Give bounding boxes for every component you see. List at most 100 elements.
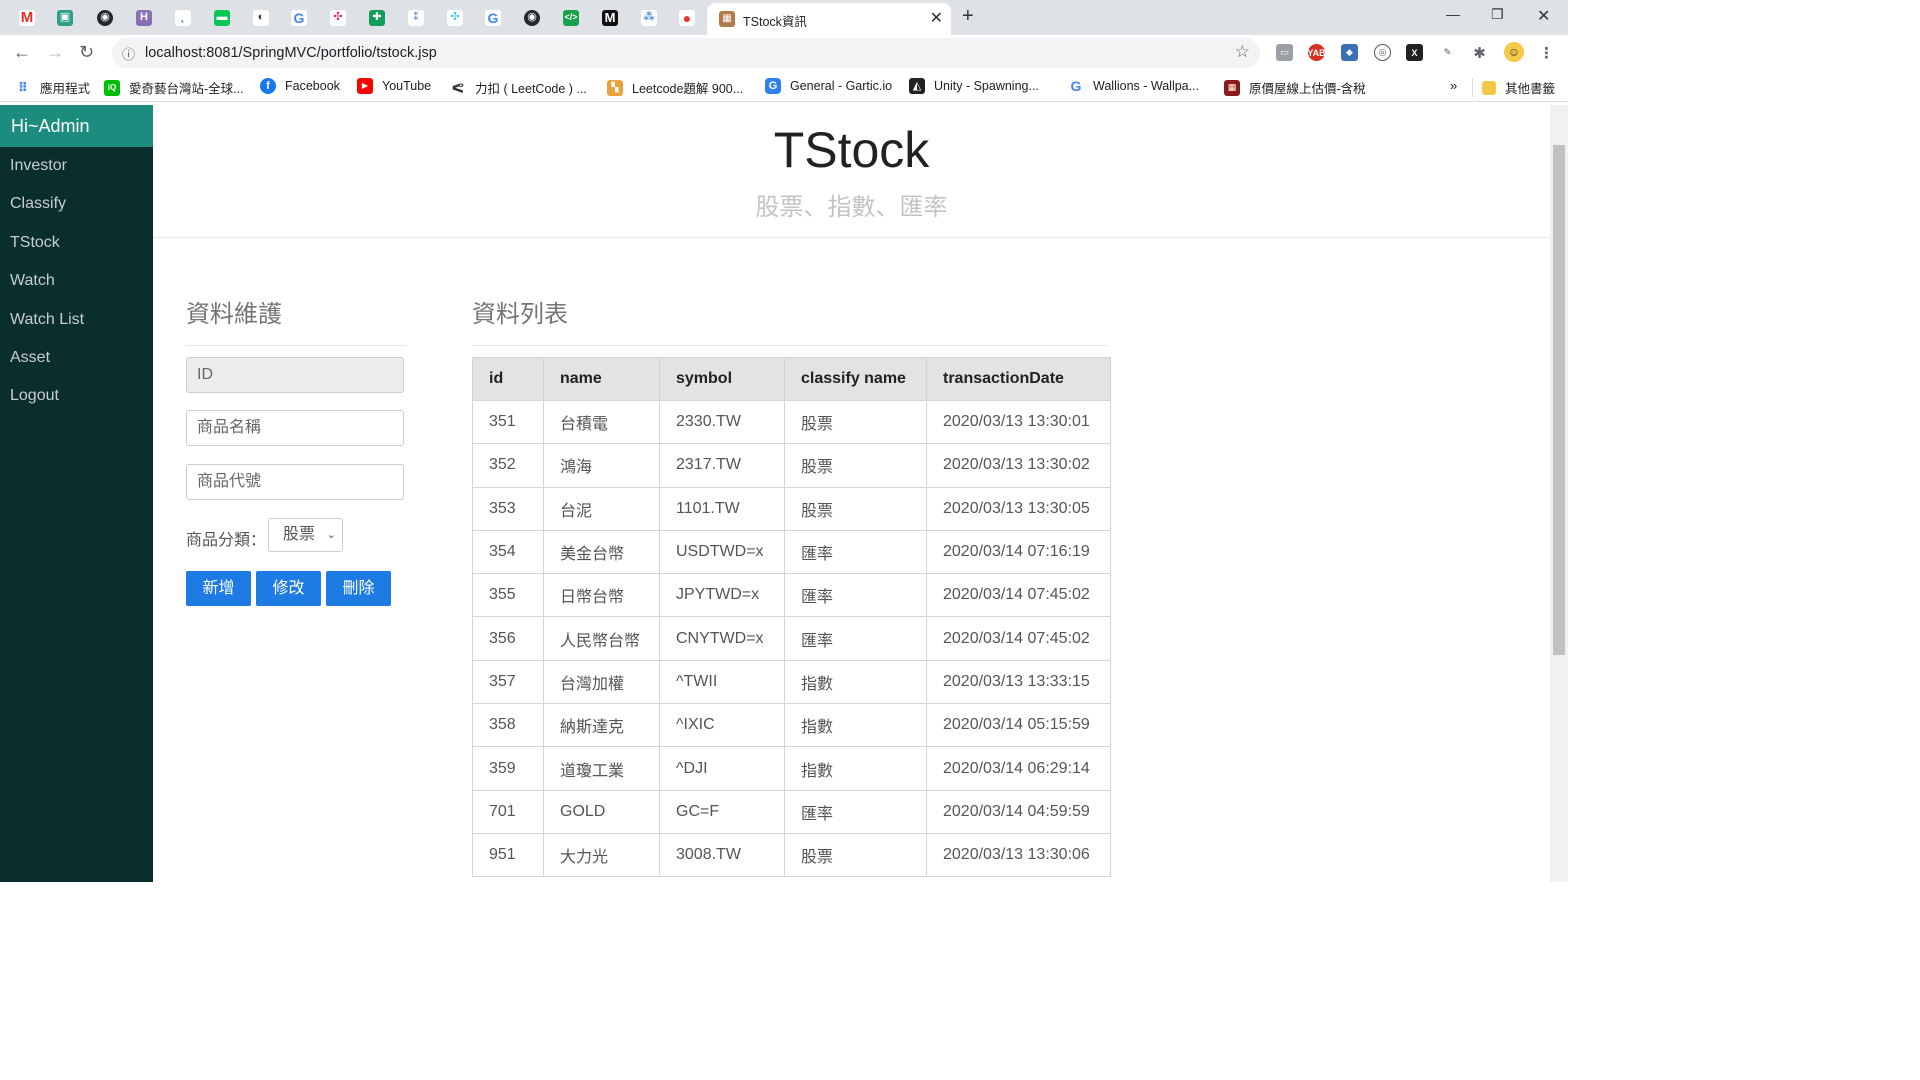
browser-menu-icon[interactable]: ⋮ <box>1538 44 1555 62</box>
address-bar[interactable]: ⓘ localhost:8081/SpringMVC/portfolio/tst… <box>112 38 1260 68</box>
site-info-icon[interactable]: ⓘ <box>122 44 135 63</box>
tab-medium[interactable]: M <box>591 5 629 30</box>
bookmark-unity[interactable]: ◭ Unity - Spawning... <box>909 78 1039 94</box>
bookmark-label: YouTube <box>382 79 432 93</box>
extension-cube-icon[interactable]: ◆ <box>1341 44 1358 61</box>
sidebar-item-tstock[interactable]: TStock <box>0 224 153 262</box>
cell-classify-name: 指數 <box>784 659 927 705</box>
bookmarks-more-button[interactable]: » <box>1450 78 1457 93</box>
table-row[interactable]: 951 大力光 3008.TW 股票 2020/03/13 13:30:06 <box>472 832 1111 878</box>
tab-github-1[interactable]: ◉ <box>86 5 124 30</box>
tab-9[interactable]: ✣ <box>319 5 357 30</box>
bookmark-youtube[interactable]: ▶ YouTube <box>357 78 431 94</box>
close-tab-icon[interactable]: ✕ <box>930 8 943 28</box>
cell-name: 鴻海 <box>543 443 660 488</box>
main-content: TStock 股票、指數、匯率 資料維護 ID 商品名稱 商品代號 商品分類： … <box>153 105 1550 882</box>
extension-circle-icon[interactable]: ◎ <box>1374 44 1391 61</box>
minimize-icon[interactable]: — <box>1446 6 1460 22</box>
tab-github-2[interactable]: ◉ <box>513 5 551 30</box>
page-scrollbar[interactable] <box>1550 105 1568 882</box>
slack-icon: ✣ <box>447 9 463 26</box>
profile-avatar-icon[interactable]: ☺ <box>1504 42 1524 62</box>
sidebar-item-asset[interactable]: Asset <box>0 339 153 377</box>
sidebar-item-investor[interactable]: Investor <box>0 147 153 185</box>
bookmark-facebook[interactable]: f Facebook <box>260 78 340 94</box>
tab-12[interactable]: ✣ <box>436 5 474 30</box>
bookmark-leetcode[interactable]: ᕙ 力扣 ( LeetCode ) ... <box>450 78 587 97</box>
table-row[interactable]: 353 台泥 1101.TW 股票 2020/03/13 13:30:05 <box>472 486 1111 531</box>
product-name-input[interactable]: 商品名稱 <box>186 410 404 446</box>
bookmark-leetcode-solutions[interactable]: ▚ Leetcode題解 900... <box>607 78 743 97</box>
id-field[interactable]: ID <box>186 357 404 393</box>
cell-symbol: ^DJI <box>659 746 785 791</box>
table-row[interactable]: 351 台積電 2330.TW 股票 2020/03/13 13:30:01 <box>472 399 1111 445</box>
new-tab-icon[interactable]: + <box>962 5 974 28</box>
sidebar-item-watch-list[interactable]: Watch List <box>0 301 153 339</box>
line-icon: ▬ <box>214 9 230 26</box>
cell-name: 日幣台幣 <box>543 573 660 618</box>
other-bookmarks[interactable]: 其他書籤 <box>1472 78 1555 97</box>
active-tab[interactable]: ▦ TStock資訊 ✕ <box>707 3 951 35</box>
reload-icon[interactable]: ↻ <box>79 42 94 63</box>
table-row[interactable]: 701 GOLD GC=F 匯率 2020/03/14 04:59:59 <box>472 789 1111 834</box>
sidebar-item-logout[interactable]: Logout <box>0 377 153 415</box>
sidebar-item-watch[interactable]: Watch <box>0 262 153 300</box>
cell-symbol: 1101.TW <box>659 486 785 531</box>
table-row[interactable]: 357 台灣加權 ^TWII 指數 2020/03/13 13:33:15 <box>472 659 1111 705</box>
bookmark-label: Facebook <box>285 79 340 93</box>
bookmark-gartic[interactable]: G General - Gartic.io <box>765 78 892 94</box>
table-row[interactable]: 355 日幣台幣 JPYTWD=x 匯率 2020/03/14 07:45:02 <box>472 573 1111 618</box>
category-label: 商品分類： <box>186 532 267 549</box>
add-button[interactable]: 新增 <box>186 571 251 606</box>
tab-code[interactable]: </> <box>552 5 590 30</box>
tab-line[interactable]: ▬ <box>203 5 241 30</box>
tab-18[interactable]: ● <box>668 5 706 30</box>
bookmark-wallions[interactable]: G Wallions - Wallpa... <box>1068 78 1199 94</box>
bookmark-apps[interactable]: ⠿ 應用程式 <box>15 78 90 97</box>
cell-name: 台積電 <box>543 399 660 445</box>
back-icon[interactable]: ← <box>13 42 31 63</box>
delete-button[interactable]: 刪除 <box>326 571 391 606</box>
tab-google-2[interactable]: G <box>474 5 512 30</box>
table-row[interactable]: 356 人民幣台幣 CNYTWD=x 匯率 2020/03/14 07:45:02 <box>472 616 1111 661</box>
cell-name: GOLD <box>543 789 660 834</box>
edit-button[interactable]: 修改 <box>256 571 321 606</box>
tab-11[interactable]: ⁑ <box>397 5 435 30</box>
extensions-puzzle-icon[interactable]: ✱ <box>1471 44 1488 62</box>
tab-5[interactable]: ˛ <box>164 5 202 30</box>
form-divider <box>186 345 406 346</box>
code-icon: </> <box>563 9 579 26</box>
tab-7[interactable]: ◐ <box>242 5 280 30</box>
sidebar-item-classify[interactable]: Classify <box>0 185 153 223</box>
yab-extension-icon[interactable]: YAB <box>1307 44 1326 61</box>
bookmark-coolpc[interactable]: ▦ 原價屋線上估價-含稅 <box>1224 78 1366 97</box>
cell-transaction-date: 2020/03/13 13:30:06 <box>926 832 1111 878</box>
tab-17[interactable]: ⁂ <box>630 5 668 30</box>
table-row[interactable]: 358 納斯達克 ^IXIC 指數 2020/03/14 05:15:59 <box>472 703 1111 748</box>
bookmarks-bar: ⠿ 應用程式 iQ 愛奇藝台灣站-全球... f Facebook ▶ YouTube … <box>0 71 1568 102</box>
table-row[interactable]: 359 道瓊工業 ^DJI 指數 2020/03/14 06:29:14 <box>472 746 1111 791</box>
extension-icon[interactable]: ▭ <box>1276 44 1293 61</box>
scrollbar-thumb[interactable] <box>1553 145 1565 655</box>
cell-classify-name: 匯率 <box>784 616 927 661</box>
extension-x-icon[interactable]: X <box>1406 44 1423 61</box>
cell-classify-name: 股票 <box>784 832 927 878</box>
window-close-icon[interactable]: ✕ <box>1537 6 1550 26</box>
product-symbol-input[interactable]: 商品代號 <box>186 464 404 500</box>
cell-transaction-date: 2020/03/14 07:45:02 <box>926 573 1111 618</box>
bookmark-star-icon[interactable]: ☆ <box>1235 42 1250 62</box>
cell-id: 701 <box>472 789 544 834</box>
tab-gmail[interactable]: M <box>8 5 46 30</box>
tab-sheets[interactable]: ✚ <box>358 5 396 30</box>
extension-translate-icon[interactable]: ✎ <box>1439 44 1456 61</box>
category-select[interactable]: 股票 ⌄ <box>268 518 343 552</box>
tab-google-1[interactable]: G <box>280 5 318 30</box>
forward-icon[interactable]: → <box>46 42 64 63</box>
tab-2[interactable]: ▣ <box>46 5 84 30</box>
tab-4[interactable]: H <box>125 5 163 30</box>
sidebar-brand[interactable]: Hi~Admin <box>0 105 153 147</box>
bookmark-iqiyi[interactable]: iQ 愛奇藝台灣站-全球... <box>104 78 244 97</box>
table-row[interactable]: 352 鴻海 2317.TW 股票 2020/03/13 13:30:02 <box>472 443 1111 488</box>
table-row[interactable]: 354 美金台幣 USDTWD=x 匯率 2020/03/14 07:16:19 <box>472 529 1111 575</box>
restore-icon[interactable]: ❐ <box>1491 6 1504 23</box>
